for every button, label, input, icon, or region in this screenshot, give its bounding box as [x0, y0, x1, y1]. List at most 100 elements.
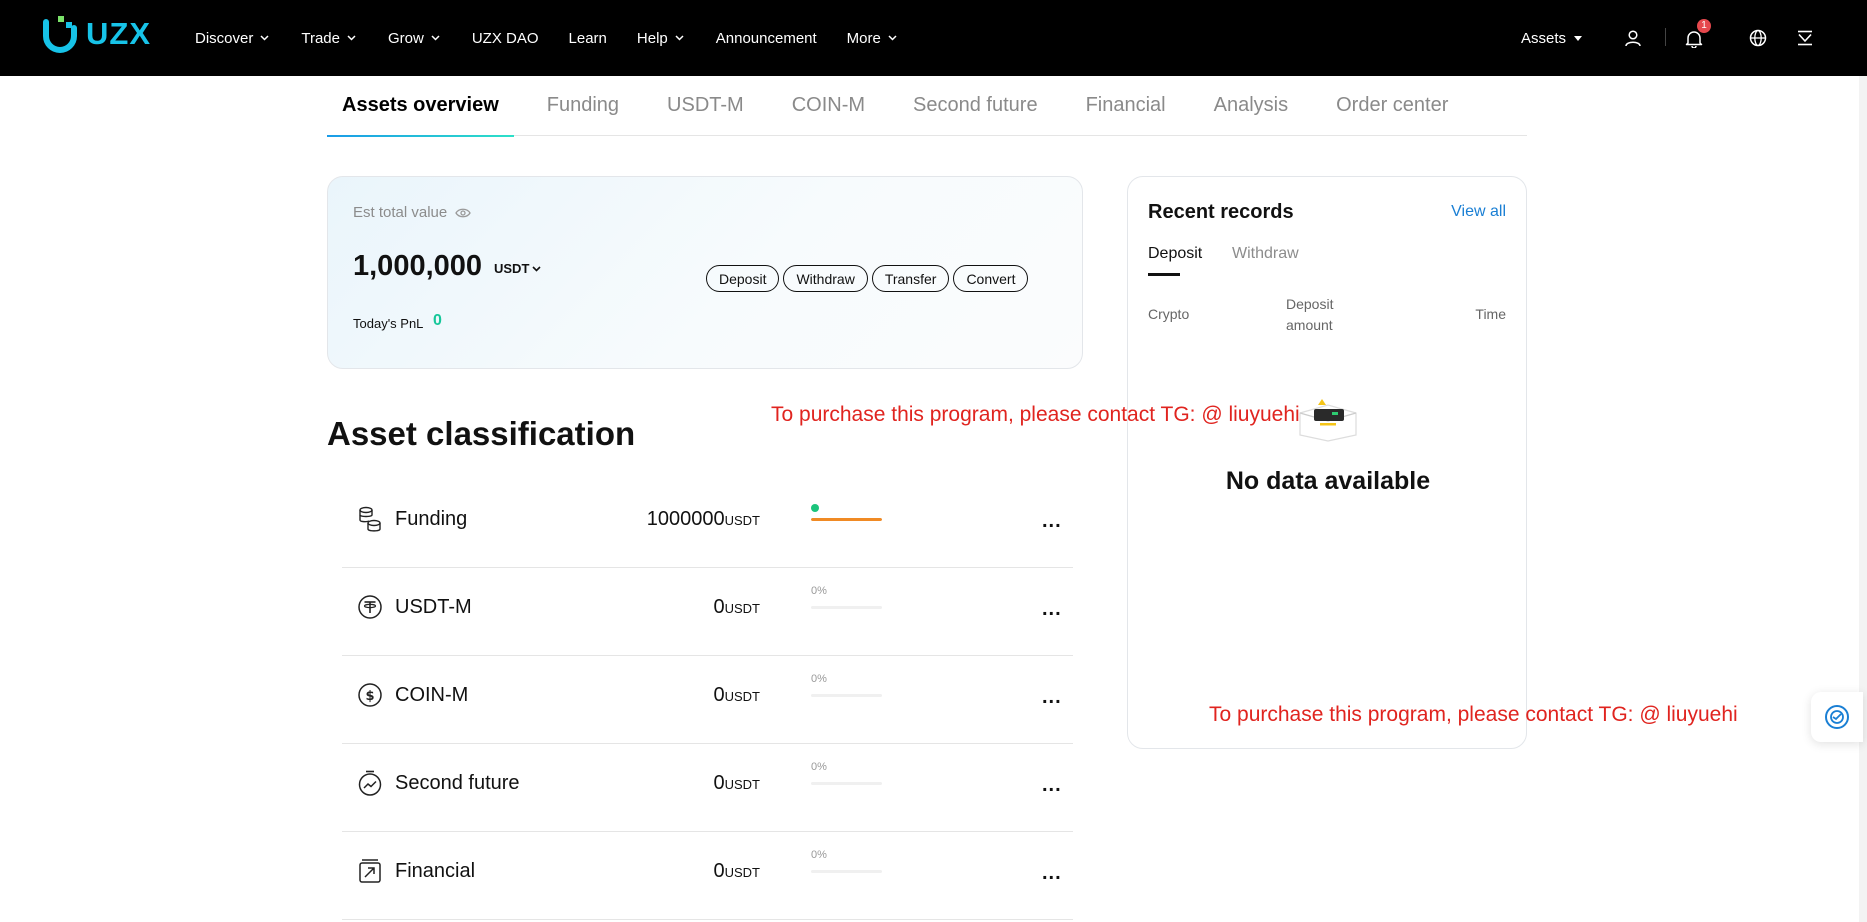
assets-menu[interactable]: Assets: [1521, 0, 1583, 76]
nav-announcement[interactable]: Announcement: [716, 30, 817, 47]
tab-coin-m[interactable]: COIN-M: [792, 76, 865, 136]
view-all-link[interactable]: View all: [1451, 203, 1506, 221]
nav-more-label: More: [846, 29, 881, 47]
chevron-down-icon: [888, 35, 897, 41]
nav-learn[interactable]: Learn: [569, 30, 607, 47]
deposit-button[interactable]: Deposit: [706, 265, 780, 292]
more-options-button[interactable]: ...: [1042, 510, 1062, 533]
support-chat-icon: [1825, 705, 1849, 729]
logo-text: UZX: [86, 16, 151, 51]
share-bar: [811, 694, 882, 697]
uzx-logo[interactable]: UZX: [42, 14, 151, 54]
tether-icon: [358, 595, 382, 619]
tab-analysis[interactable]: Analysis: [1214, 76, 1288, 136]
download-icon[interactable]: [1792, 25, 1818, 51]
column-header-deposit-amount: Deposit amount: [1286, 294, 1333, 336]
chevron-down-icon: [431, 35, 440, 41]
est-total-value-label: Est total value: [353, 204, 471, 221]
asset-classification-list: Funding 1000000USDT ... USDT-M 0USDT 0% …: [342, 480, 1073, 920]
asset-name: USDT-M: [395, 596, 472, 618]
tab-second-future[interactable]: Second future: [913, 76, 1038, 136]
more-options-button[interactable]: ...: [1042, 686, 1062, 709]
asset-amount-value: 0: [713, 684, 725, 706]
share-bar: [811, 606, 882, 609]
top-nav-bar: UZX Discover Trade Grow UZX DAO Learn He…: [0, 0, 1867, 76]
nav-trade-label: Trade: [301, 29, 340, 47]
more-options-button[interactable]: ...: [1042, 598, 1062, 621]
tab-financial[interactable]: Financial: [1086, 76, 1166, 136]
support-chat-button[interactable]: [1811, 692, 1863, 742]
asset-unit: USDT: [724, 689, 760, 704]
chevron-down-icon: [260, 35, 269, 41]
recent-records-title: Recent records: [1148, 201, 1294, 223]
asset-amount-value: 0: [713, 772, 725, 794]
tab-funding[interactable]: Funding: [547, 76, 619, 136]
coins-icon: [359, 506, 381, 532]
assets-menu-label: Assets: [1521, 29, 1567, 47]
more-options-button[interactable]: ...: [1042, 774, 1062, 797]
chevron-down-icon: [675, 35, 684, 41]
currency-select-value: USDT: [494, 261, 530, 276]
records-tab-withdraw[interactable]: Withdraw: [1232, 245, 1299, 263]
column-header-amount-line2: amount: [1286, 317, 1333, 333]
currency-select[interactable]: USDT: [494, 261, 541, 276]
asset-row-financial[interactable]: Financial 0USDT 0% ...: [342, 832, 1073, 920]
recent-records-panel: Recent records View all Deposit Withdraw…: [1127, 176, 1527, 749]
user-icon[interactable]: [1620, 25, 1646, 51]
convert-button[interactable]: Convert: [953, 265, 1029, 292]
est-total-value-text: Est total value: [353, 204, 448, 221]
empty-state-text: No data available: [1225, 467, 1431, 495]
asset-unit: USDT: [724, 777, 760, 792]
total-value: 1,000,000: [353, 250, 483, 282]
asset-amount: 0USDT: [713, 860, 760, 883]
share-bar: [811, 870, 882, 873]
asset-row-funding[interactable]: Funding 1000000USDT ...: [342, 480, 1073, 568]
chevron-down-icon: [347, 35, 356, 41]
nav-trade[interactable]: Trade: [301, 30, 356, 47]
nav-discover-label: Discover: [195, 29, 254, 47]
nav-grow[interactable]: Grow: [388, 30, 440, 47]
asset-amount: 0USDT: [713, 596, 760, 619]
watermark-text: To purchase this program, please contact…: [771, 403, 1300, 426]
nav-announcement-label: Announcement: [715, 29, 817, 47]
asset-amount-value: 0: [713, 596, 725, 618]
withdraw-button[interactable]: Withdraw: [783, 265, 868, 292]
asset-name: Financial: [395, 860, 476, 882]
share-percent: 0%: [811, 849, 827, 861]
empty-box-icon: [1299, 399, 1357, 442]
more-options-button[interactable]: ...: [1042, 862, 1062, 885]
asset-row-second-future[interactable]: Second future 0USDT 0% ...: [342, 744, 1073, 832]
watermark-text: To purchase this program, please contact…: [1209, 703, 1738, 726]
transfer-button[interactable]: Transfer: [871, 265, 950, 292]
nav-discover[interactable]: Discover: [195, 30, 269, 47]
records-tab-deposit[interactable]: Deposit: [1148, 245, 1202, 276]
nav-help-label: Help: [636, 29, 668, 47]
globe-icon[interactable]: [1745, 25, 1771, 51]
nav-divider: [1665, 28, 1666, 46]
share-bar: [811, 518, 882, 521]
tab-assets-overview[interactable]: Assets overview: [327, 76, 514, 137]
asset-amount-value: 0: [713, 860, 725, 882]
notification-badge: 1: [1697, 19, 1711, 33]
asset-row-usdt-m[interactable]: USDT-M 0USDT 0% ...: [342, 568, 1073, 656]
box-arrow-icon: [359, 859, 381, 883]
pnl-label: Today's PnL: [353, 316, 424, 331]
asset-amount: 0USDT: [713, 772, 760, 795]
tab-order-center[interactable]: Order center: [1336, 76, 1448, 136]
asset-row-coin-m[interactable]: $ COIN-M 0USDT 0% ...: [342, 656, 1073, 744]
chevron-down-icon: [532, 265, 541, 272]
eye-icon[interactable]: [455, 207, 471, 219]
share-percent: 0%: [811, 761, 827, 773]
asset-name: Funding: [395, 508, 468, 530]
share-bar: [811, 782, 882, 785]
dollar-coin-icon: $: [358, 683, 382, 707]
bell-icon[interactable]: 1: [1681, 19, 1711, 51]
asset-unit: USDT: [724, 513, 760, 528]
nav-uzx-dao[interactable]: UZX DAO: [472, 30, 539, 47]
tab-usdt-m[interactable]: USDT-M: [667, 76, 744, 136]
scrollbar-track[interactable]: [1859, 76, 1867, 922]
pnl-value: 0: [433, 312, 442, 329]
nav-more[interactable]: More: [847, 30, 897, 47]
share-bar-fill: [811, 518, 882, 521]
nav-help[interactable]: Help: [637, 30, 684, 47]
